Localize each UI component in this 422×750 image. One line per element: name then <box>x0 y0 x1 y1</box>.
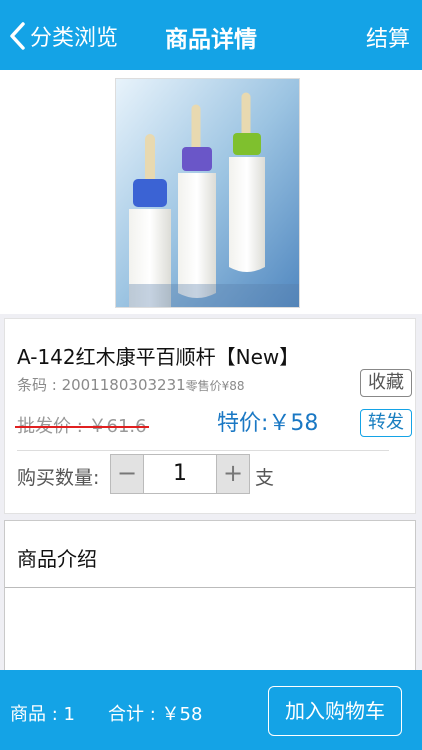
retail-price: 零售价¥88 <box>185 379 245 393</box>
barcode-row: 条码 : 2001180303231零售价¥88 <box>17 374 245 395</box>
top-bar: 分类浏览 商品详情 结算 <box>0 0 422 70</box>
divider <box>5 587 415 588</box>
decrement-button[interactable]: − <box>111 455 143 493</box>
quantity-label: 购买数量: <box>17 467 100 489</box>
description-card: 商品介绍 <box>4 520 416 680</box>
checkout-button[interactable]: 结算 <box>366 21 410 53</box>
bottom-bar: 商品 : 1 合计 : ￥58 加入购物车 <box>0 670 422 750</box>
description-title: 商品介绍 <box>17 547 97 571</box>
share-button[interactable]: 转发 <box>360 409 412 437</box>
product-info-card: A-142红木康平百顺杆【New】 条码 : 2001180303231零售价¥… <box>4 318 416 514</box>
add-to-cart-button[interactable]: 加入购物车 <box>268 686 402 736</box>
favorite-button[interactable]: 收藏 <box>360 369 412 397</box>
wholesale-price: 批发价 : ￥61.6 <box>15 412 149 438</box>
item-count: 商品 : 1 <box>10 704 75 725</box>
page-title: 商品详情 <box>165 27 257 53</box>
quantity-stepper: − 1 + <box>110 454 250 494</box>
quantity-unit: 支 <box>255 467 275 489</box>
barcode-text: 条码 : 2001180303231 <box>17 376 186 394</box>
product-image-area <box>0 70 422 357</box>
special-price: 特价:￥58 <box>217 411 319 436</box>
divider <box>17 450 389 451</box>
increment-button[interactable]: + <box>217 455 249 493</box>
quantity-input[interactable]: 1 <box>143 455 217 493</box>
product-name: A-142红木康平百顺杆【New】 <box>17 345 300 369</box>
total-price: 合计 : ￥58 <box>108 704 203 725</box>
product-image[interactable] <box>115 78 300 308</box>
